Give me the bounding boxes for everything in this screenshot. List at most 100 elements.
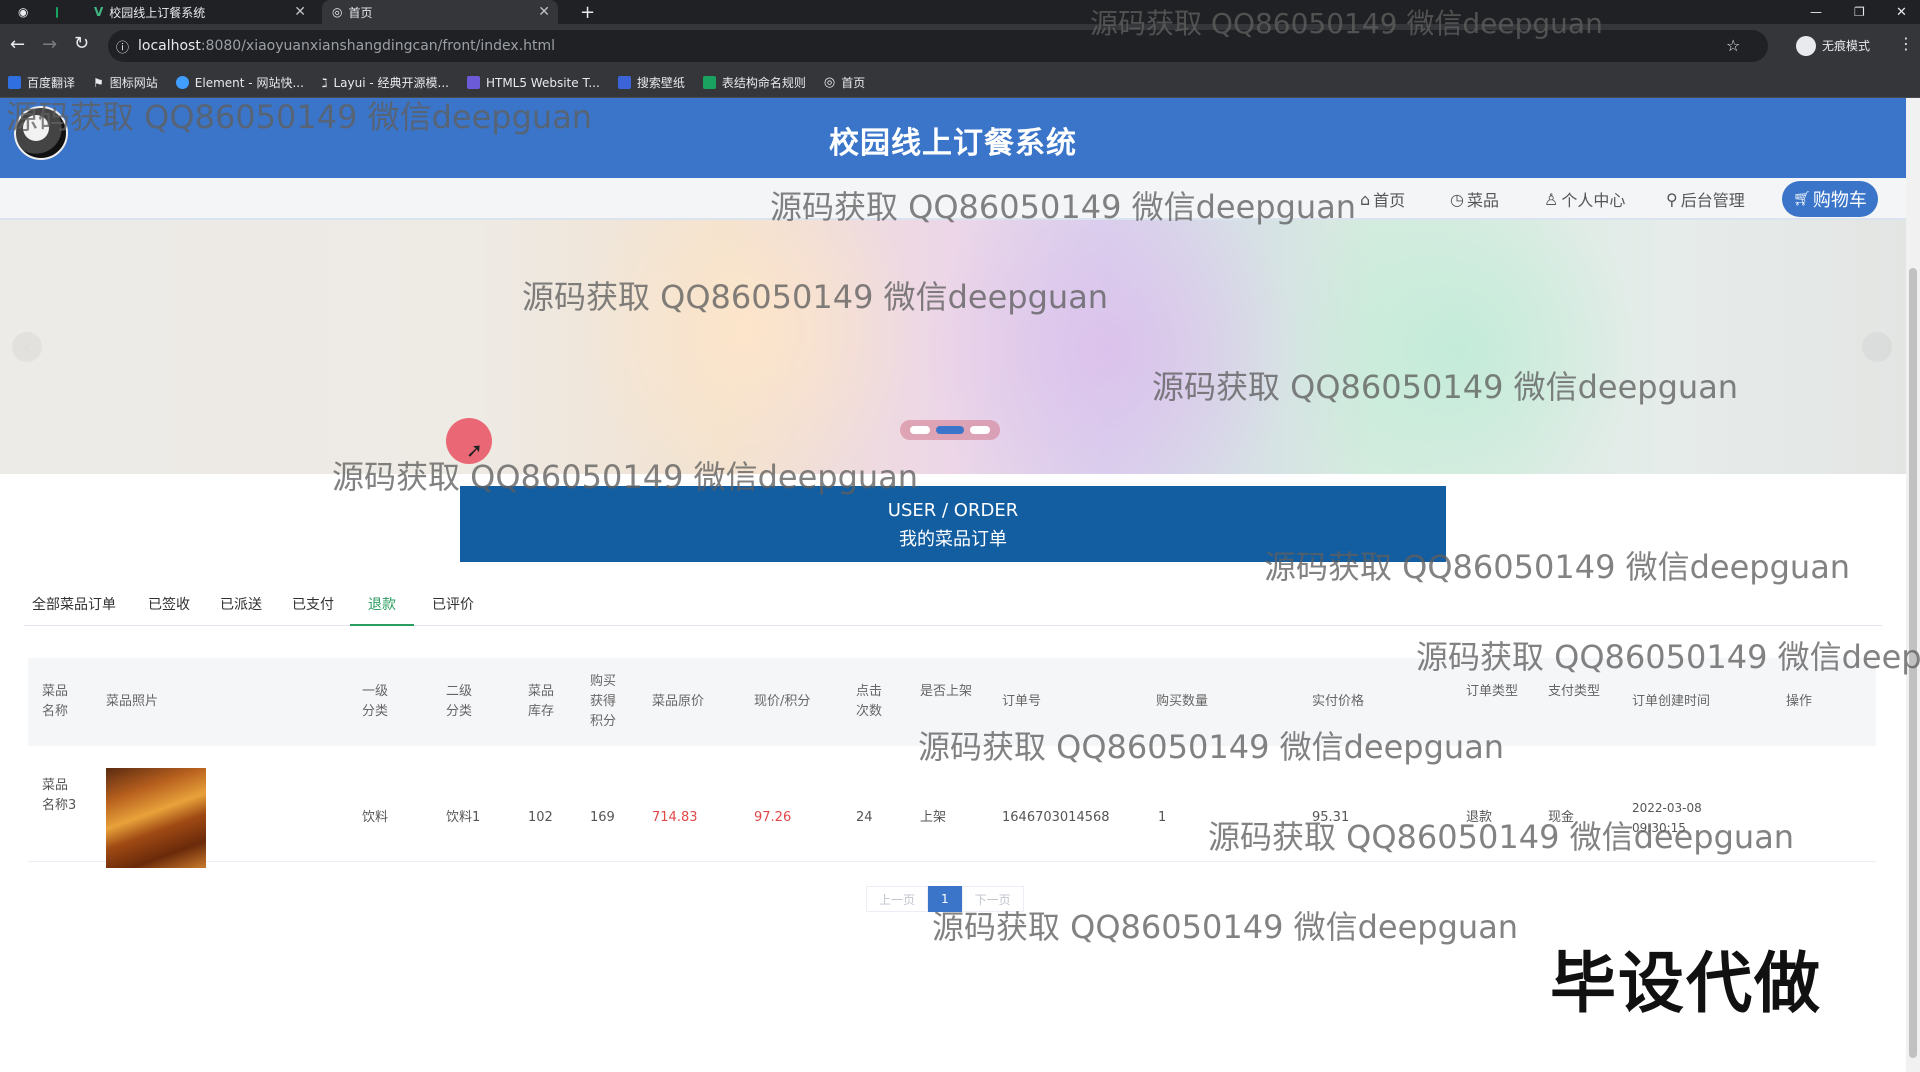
translate-icon <box>8 76 21 89</box>
col-quantity: 购买数量 <box>1156 694 1209 709</box>
bookmark-item[interactable]: 百度翻译 <box>8 74 75 91</box>
cell-current-price: 97.26 <box>754 810 792 825</box>
globe-icon: ◎ <box>823 75 836 90</box>
site-header: 校园线上订餐系统 <box>0 98 1906 178</box>
tab-delivered[interactable]: 已派送 <box>220 594 262 626</box>
nav-dishes[interactable]: ◷ 菜品 <box>1450 187 1499 211</box>
cell-dish-name: 菜品名称3 <box>42 778 77 813</box>
col-created: 订单创建时间 <box>1632 694 1711 709</box>
carousel-dot[interactable] <box>970 426 990 434</box>
tab-campus-system[interactable]: V 校园线上订餐系统 ✕ <box>84 0 314 24</box>
star-icon[interactable]: ☆ <box>1726 36 1740 55</box>
page-viewport: 校园线上订餐系统 ⌂ 首页 ◷ 菜品 ♙ 个人中心 ⚲ 后台管理 🛒︎ 购物车 ‹ › ➚… <box>0 98 1906 1072</box>
carousel-prev-arrow[interactable]: ‹ <box>12 332 42 362</box>
cell-on-shelf: 上架 <box>920 810 947 825</box>
info-icon: ⓘ <box>116 41 130 56</box>
section-title-en: USER / ORDER <box>887 500 1019 521</box>
bookmark-item[interactable]: Element - 网站快... <box>175 74 304 91</box>
col-current-price: 现价/积分 <box>754 694 811 709</box>
new-tab-button[interactable]: + <box>570 0 605 24</box>
banner-art <box>1250 220 1670 474</box>
cell-category2: 饮料1 <box>446 810 481 825</box>
table-header: 菜品名称 菜品照片 一级分类 二级分类 菜品库存 购买获得积分 菜品原价 现价/… <box>28 658 1876 746</box>
cell-category1: 饮料 <box>362 810 389 825</box>
forward-icon[interactable]: → <box>42 34 57 55</box>
cell-clicks: 24 <box>856 810 873 825</box>
col-pay-type: 支付类型 <box>1548 684 1601 699</box>
nav-profile[interactable]: ♙ 个人中心 <box>1544 187 1625 211</box>
tab-label: 校园线上订餐系统 <box>109 5 206 20</box>
page-scrollbar[interactable] <box>1906 98 1920 1072</box>
tab-signed[interactable]: 已签收 <box>148 594 190 626</box>
corner-mark: 毕设代做 <box>1550 945 1822 1022</box>
url-host: localhost <box>138 38 201 54</box>
reload-icon[interactable]: ↻ <box>74 33 89 54</box>
banner-art <box>560 220 940 474</box>
html5-icon <box>466 76 480 89</box>
pagination: 上一页 1 下一页 <box>866 886 1024 912</box>
tab-all-orders[interactable]: 全部菜品订单 <box>32 594 116 626</box>
layui-icon: ℷ <box>321 75 328 90</box>
incognito-icon <box>1796 36 1816 56</box>
section-title-bar: USER / ORDER 我的菜品订单 <box>460 486 1446 562</box>
section-title-zh: 我的菜品订单 <box>899 529 1007 550</box>
table-row: 菜品名称3 饮料 饮料1 102 169 714.83 97.26 24 上架 … <box>28 746 1876 868</box>
col-dish-name: 菜品名称 <box>42 684 69 719</box>
minimize-icon[interactable]: — <box>1800 0 1832 24</box>
nav-home[interactable]: ⌂ 首页 <box>1360 187 1405 211</box>
element-icon <box>175 76 189 89</box>
mouse-cursor-icon: ➚ <box>466 438 483 462</box>
cell-created: 2022-03-08 09:30:15 <box>1632 801 1702 835</box>
flag-icon: ⚑ <box>93 75 104 90</box>
url-path: :8080/xiaoyuanxianshangdingcan/front/ind… <box>200 38 556 54</box>
tab-reviewed[interactable]: 已评价 <box>432 594 474 626</box>
close-icon[interactable]: ✕ <box>294 4 306 20</box>
tab-home[interactable]: ◎ 首页 ✕ <box>322 0 558 24</box>
col-category2: 二级分类 <box>446 684 473 719</box>
bookmark-item[interactable]: ◎ 首页 <box>824 74 865 91</box>
banner-carousel: ‹ › <box>0 220 1906 474</box>
link-icon: ⚲ <box>1666 189 1678 209</box>
pager-page-1[interactable]: 1 <box>928 886 962 912</box>
user-icon: ♙ <box>1544 189 1559 209</box>
bookmark-item[interactable]: ⚑ 图标网站 <box>93 74 158 91</box>
cell-quantity: 1 <box>1158 810 1167 825</box>
bookmark-item[interactable]: ℷ Layui - 经典开源模... <box>322 74 449 91</box>
order-status-tabs: 全部菜品订单 已签收 已派送 已支付 退款 已评价 <box>24 588 1882 626</box>
col-actions: 操作 <box>1786 694 1813 709</box>
profile-label[interactable]: 无痕模式 <box>1822 37 1870 54</box>
col-stock: 菜品库存 <box>528 684 555 719</box>
bookmark-item[interactable]: 表结构命名规则 <box>702 74 806 91</box>
pager-next-button[interactable]: 下一页 <box>961 886 1024 912</box>
restore-icon[interactable]: ❐ <box>1844 0 1875 24</box>
col-order-type: 订单类型 <box>1466 684 1519 699</box>
cell-order-no: 1646703014568 <box>1002 810 1110 825</box>
browser-menu-icon[interactable]: ◉ <box>8 0 30 24</box>
carousel-dot-active[interactable] <box>936 426 964 434</box>
carousel-next-arrow[interactable]: › <box>1862 332 1892 362</box>
col-original-price: 菜品原价 <box>652 694 705 709</box>
bookmark-item[interactable]: HTML5 Website T... <box>466 76 600 90</box>
kebab-menu-icon[interactable]: ⋮ <box>1898 34 1914 53</box>
browser-toolbar: ← → ↻ ⓘ localhost:8080/xiaoyuanxianshang… <box>0 24 1920 68</box>
dish-photo <box>106 768 206 868</box>
nav-admin[interactable]: ⚲ 后台管理 <box>1666 187 1745 211</box>
close-icon[interactable]: ✕ <box>538 4 550 20</box>
sheet-icon <box>702 76 716 89</box>
site-title: 校园线上订餐系统 <box>829 126 1077 161</box>
cell-original-price: 714.83 <box>652 810 698 825</box>
tab-paid[interactable]: 已支付 <box>292 594 334 626</box>
tab-refund[interactable]: 退款 <box>350 594 414 626</box>
carousel-dot[interactable] <box>910 426 930 434</box>
bookmark-item[interactable]: 搜索壁纸 <box>617 74 685 91</box>
address-bar[interactable]: ⓘ localhost:8080/xiaoyuanxianshangdingca… <box>108 30 1768 62</box>
pager-prev-button[interactable]: 上一页 <box>866 886 929 912</box>
browser-tabbar: ◉ V 校园线上订餐系统 ✕ ◎ 首页 ✕ + — ❐ ✕ <box>0 0 1920 24</box>
cart-button[interactable]: 🛒︎ 购物车 <box>1782 181 1878 217</box>
cell-points: 169 <box>590 810 615 825</box>
tab-search-icon[interactable] <box>46 0 68 24</box>
back-icon[interactable]: ← <box>10 34 25 55</box>
cell-pay-type: 现金 <box>1548 810 1575 825</box>
scrollbar-thumb[interactable] <box>1909 268 1917 1058</box>
window-close-icon[interactable]: ✕ <box>1886 0 1917 24</box>
